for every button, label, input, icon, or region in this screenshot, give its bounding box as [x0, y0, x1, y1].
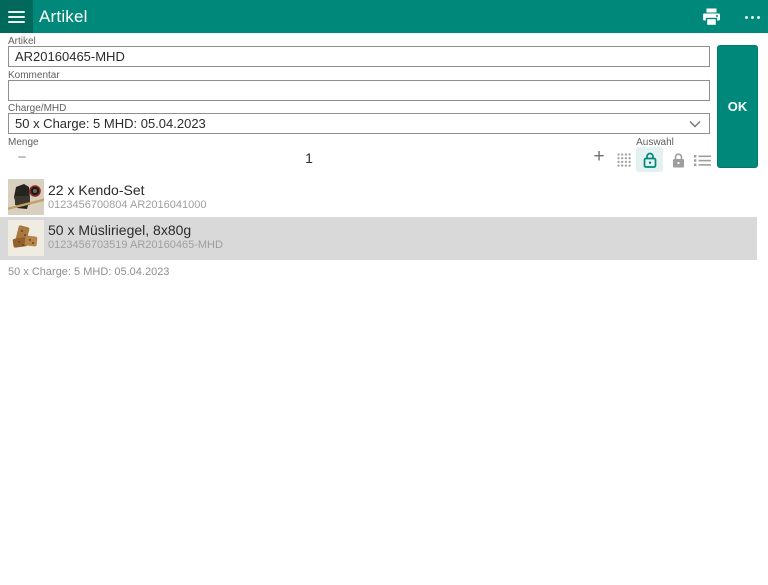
list-item-muesliriegel[interactable]: 50 x Müsliriegel, 8x80g 0123456703519 AR…: [0, 217, 757, 260]
overflow-menu-button[interactable]: [740, 8, 764, 26]
list-item-subtitle: 0123456703519 AR20160465-MHD: [48, 239, 223, 251]
dots-grid-button[interactable]: [614, 150, 634, 170]
charge-select[interactable]: 50 x Charge: 5 MHD: 05.04.2023: [8, 113, 710, 134]
ok-button[interactable]: OK: [717, 45, 758, 168]
dot-icon: [750, 15, 754, 19]
list-item-title: 22 x Kendo-Set: [48, 182, 145, 198]
lock-selected-button[interactable]: [636, 147, 663, 172]
print-button[interactable]: [699, 6, 723, 28]
lock-button[interactable]: [668, 150, 688, 170]
bullet-list-icon: [693, 154, 711, 166]
dot-icon: [756, 15, 760, 19]
printer-icon: [702, 8, 720, 26]
kendo-set-thumbnail: [8, 179, 44, 215]
charge-selected-value: 50 x Charge: 5 MHD: 05.04.2023: [15, 116, 206, 131]
menu-button[interactable]: [0, 0, 33, 33]
dot-icon: [744, 15, 748, 19]
list-item-kendo-set[interactable]: 22 x Kendo-Set 0123456700804 AR201604100…: [0, 177, 757, 217]
kommentar-input[interactable]: [8, 80, 710, 101]
lock-gray-icon: [672, 152, 684, 167]
artikel-input[interactable]: [8, 46, 710, 67]
charge-status-text: 50 x Charge: 5 MHD: 05.04.2023: [8, 266, 170, 278]
list-view-button[interactable]: [691, 150, 713, 170]
quantity-increase-button[interactable]: +: [588, 146, 610, 168]
lock-teal-icon: [643, 152, 656, 168]
list-item-subtitle: 0123456700804 AR2016041000: [48, 199, 207, 211]
hamburger-icon: [8, 10, 25, 23]
dots-grid-icon: [617, 153, 631, 167]
quantity-value: 1: [305, 150, 313, 166]
chevron-down-icon: [689, 120, 701, 127]
muesliriegel-thumbnail: [8, 220, 44, 256]
list-item-title: 50 x Müsliriegel, 8x80g: [48, 222, 192, 238]
artikel-screen: Artikel Artikel Kommentar Charge/MHD 50 …: [0, 0, 768, 585]
app-header: Artikel: [0, 0, 768, 33]
page-title: Artikel: [39, 7, 88, 26]
